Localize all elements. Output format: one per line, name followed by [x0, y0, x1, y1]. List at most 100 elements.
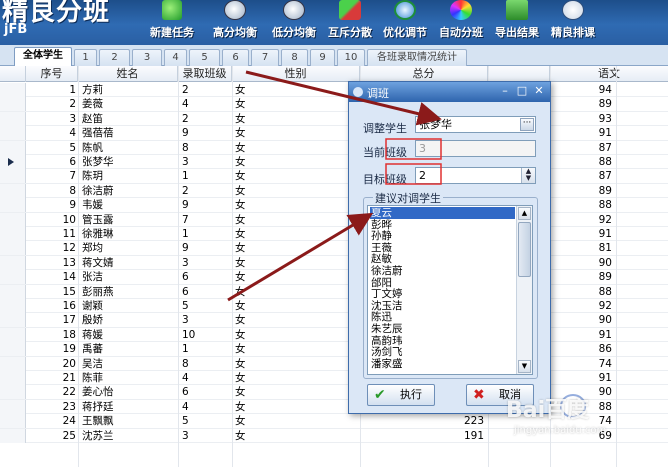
cell-class[interactable]: 3	[180, 429, 230, 443]
suggestion-list[interactable]: 夏云 彭晔 孙静 王薇 赵敏 徐洁蔚 邰阳 丁文婷 沈玉洁 陈迅 朱艺辰 高韵玮 汤剑飞 潘家盛 ▲ ▼	[367, 205, 533, 375]
list-item[interactable]: 邰阳	[370, 277, 515, 289]
cell-class[interactable]: 3	[180, 155, 230, 169]
cell-no[interactable]: 11	[26, 227, 78, 241]
list-item[interactable]: 汤剑飞	[370, 346, 515, 358]
ellipsis-button[interactable]: ···	[520, 118, 534, 131]
cell-name[interactable]: 王飘飘	[80, 414, 178, 428]
cancel-button[interactable]: ✖ 取消	[466, 384, 534, 406]
table-row[interactable]: 9 韦媛 9 女 88	[0, 198, 668, 213]
cell-sex[interactable]: 女	[233, 97, 361, 111]
cell-chinese[interactable]: 92	[550, 213, 614, 227]
cell-no[interactable]: 9	[26, 198, 78, 212]
cell-class[interactable]: 9	[180, 198, 230, 212]
adjust-student-field[interactable]: 张梦华 ···	[415, 116, 536, 133]
cell-class[interactable]: 8	[180, 141, 230, 155]
cell-chinese[interactable]: 91	[550, 371, 614, 385]
table-row[interactable]: 2 姜薇 4 女 89	[0, 97, 668, 112]
cell-chinese[interactable]: 89	[550, 97, 614, 111]
list-item[interactable]: 潘家盛	[370, 358, 515, 370]
cell-name[interactable]: 韦媛	[80, 198, 178, 212]
table-row[interactable]: 3 赵笛 2 女 93	[0, 111, 668, 127]
list-item[interactable]: 朱艺辰	[370, 323, 515, 335]
cell-name[interactable]: 强蓓蓓	[80, 126, 178, 140]
cell-chinese[interactable]: 93	[550, 112, 614, 126]
tab-class-2[interactable]: 2	[99, 49, 130, 66]
cell-sex[interactable]: 女	[233, 400, 361, 414]
student-grid[interactable]: 序号 姓名 录取班级 性别 总分 语文 1 方莉 2 女 94 2 姜薇 4 女 89 3 赵笛 2 女 9…	[0, 66, 668, 467]
cell-name[interactable]: 沈苏兰	[80, 429, 178, 443]
cell-name[interactable]: 赵笛	[80, 112, 178, 126]
table-row[interactable]: 25 沈苏兰 3 女 191 69	[0, 428, 668, 443]
high-score-balance-button[interactable]: 高分均衡	[207, 0, 263, 45]
cell-class[interactable]: 6	[180, 385, 230, 399]
list-item[interactable]: 彭晔	[370, 219, 515, 231]
cell-chinese[interactable]: 91	[550, 126, 614, 140]
cell-sex[interactable]: 女	[233, 112, 361, 126]
cell-name[interactable]: 张洁	[80, 270, 178, 284]
tab-class-stats[interactable]: 各班录取情况统计	[367, 49, 467, 66]
list-item[interactable]: 孙静	[370, 230, 515, 242]
cell-no[interactable]: 20	[26, 357, 78, 371]
cell-chinese[interactable]: 94	[550, 83, 614, 97]
cell-sex[interactable]: 女	[233, 169, 361, 183]
cell-class[interactable]: 8	[180, 357, 230, 371]
cell-no[interactable]: 3	[26, 112, 78, 126]
cell-sex[interactable]: 女	[233, 184, 361, 198]
cell-class[interactable]: 3	[180, 313, 230, 327]
cell-no[interactable]: 21	[26, 371, 78, 385]
tab-class-9[interactable]: 9	[310, 49, 335, 66]
table-row[interactable]: 6 张梦华 3 女 88	[0, 155, 668, 170]
cell-sex[interactable]: 女	[233, 414, 361, 428]
table-row[interactable]: 16 谢颖 5 女 92	[0, 299, 668, 314]
cell-class[interactable]: 3	[180, 256, 230, 270]
cell-no[interactable]: 19	[26, 342, 78, 356]
cell-name[interactable]: 方莉	[80, 83, 178, 97]
tab-class-6[interactable]: 6	[222, 49, 249, 66]
cell-no[interactable]: 10	[26, 213, 78, 227]
cell-sex[interactable]: 女	[233, 227, 361, 241]
cell-sex[interactable]: 女	[233, 141, 361, 155]
table-row[interactable]: 5 陈帆 8 女 87	[0, 140, 668, 155]
table-row[interactable]: 17 殷娇 3 女 90	[0, 313, 668, 328]
cell-sex[interactable]: 女	[233, 198, 361, 212]
cell-class[interactable]: 2	[180, 184, 230, 198]
cell-sex[interactable]: 女	[233, 313, 361, 327]
table-row[interactable]: 1 方莉 2 女 94	[0, 83, 668, 98]
cell-chinese[interactable]: 74	[550, 357, 614, 371]
cell-no[interactable]: 24	[26, 414, 78, 428]
cell-class[interactable]: 4	[180, 400, 230, 414]
cell-chinese[interactable]: 87	[550, 169, 614, 183]
cell-class[interactable]: 9	[180, 126, 230, 140]
cell-sex[interactable]: 女	[233, 299, 361, 313]
cell-class[interactable]: 6	[180, 270, 230, 284]
cell-name[interactable]: 徐洁蔚	[80, 184, 178, 198]
cell-sex[interactable]: 女	[233, 285, 361, 299]
cell-name[interactable]: 陈菲	[80, 371, 178, 385]
cell-sex[interactable]: 女	[233, 83, 361, 97]
cell-name[interactable]: 管玉露	[80, 213, 178, 227]
table-row[interactable]: 14 张洁 6 女 89	[0, 270, 668, 285]
cell-chinese[interactable]: 92	[550, 299, 614, 313]
cell-name[interactable]: 徐雅琳	[80, 227, 178, 241]
cell-sex[interactable]: 女	[233, 155, 361, 169]
cell-name[interactable]: 陈帆	[80, 141, 178, 155]
cell-class[interactable]: 1	[180, 342, 230, 356]
cell-name[interactable]: 蒋文婧	[80, 256, 178, 270]
tab-class-7[interactable]: 7	[251, 49, 279, 66]
cell-class[interactable]: 5	[180, 299, 230, 313]
cell-class[interactable]: 6	[180, 285, 230, 299]
cell-sex[interactable]: 女	[233, 357, 361, 371]
cell-sex[interactable]: 女	[233, 270, 361, 284]
cell-chinese[interactable]: 90	[550, 313, 614, 327]
list-item[interactable]: 王薇	[370, 242, 515, 254]
cell-name[interactable]: 蒋抒廷	[80, 400, 178, 414]
exclusive-disperse-button[interactable]: 互斥分散	[323, 0, 377, 45]
tab-class-1[interactable]: 1	[74, 49, 97, 66]
minimize-icon[interactable]: –	[498, 85, 512, 98]
table-row[interactable]: 10 管玉露 7 女 92	[0, 212, 668, 227]
header-name[interactable]: 姓名	[78, 66, 178, 82]
tab-class-10[interactable]: 10	[337, 49, 365, 66]
cell-total[interactable]: 191	[362, 429, 486, 443]
cell-name[interactable]: 殷娇	[80, 313, 178, 327]
cell-total[interactable]: 223	[362, 414, 486, 428]
